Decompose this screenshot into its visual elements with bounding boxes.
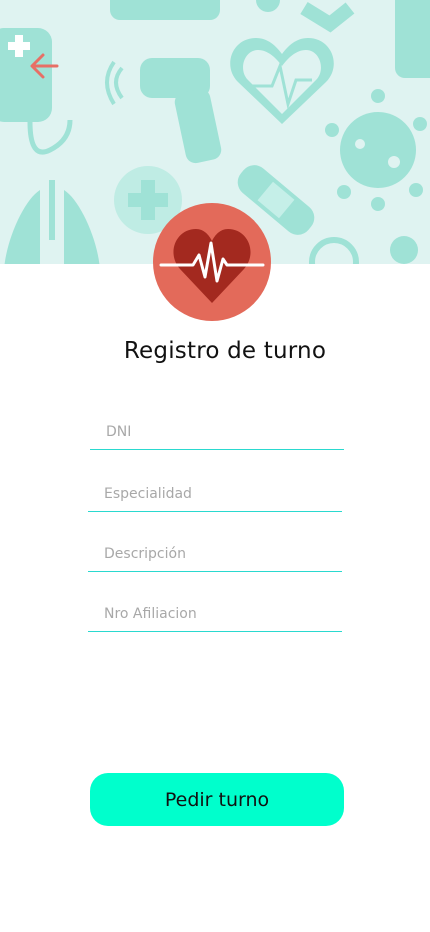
specialty-field	[88, 477, 342, 512]
request-appointment-button[interactable]: Pedir turno	[90, 773, 344, 826]
register-appointment-screen: Registro de turno Pedir turno	[0, 0, 430, 932]
face-mask-icon	[110, 0, 220, 20]
affiliation-field	[88, 597, 342, 632]
virus-icon	[325, 89, 427, 211]
ribbon-icon	[300, 2, 355, 33]
description-field	[88, 537, 342, 572]
app-logo	[153, 203, 271, 321]
dni-input[interactable]	[90, 415, 344, 449]
stethoscope-icon	[309, 237, 359, 264]
heart-monitor-icon	[230, 38, 334, 124]
description-input[interactable]	[88, 537, 342, 571]
lungs-icon	[4, 180, 100, 264]
thermometer-gun-icon	[105, 58, 222, 164]
affiliation-number-input[interactable]	[88, 597, 342, 631]
germ-icon	[390, 236, 418, 264]
arrow-left-icon	[30, 53, 59, 79]
page-title: Registro de turno	[123, 338, 327, 364]
dni-field	[90, 415, 344, 450]
pill-icon	[256, 0, 280, 12]
back-button[interactable]	[24, 46, 64, 86]
medicine-bottle-icon	[395, 0, 430, 78]
specialty-input[interactable]	[88, 477, 342, 511]
heart-pulse-icon	[159, 229, 265, 303]
